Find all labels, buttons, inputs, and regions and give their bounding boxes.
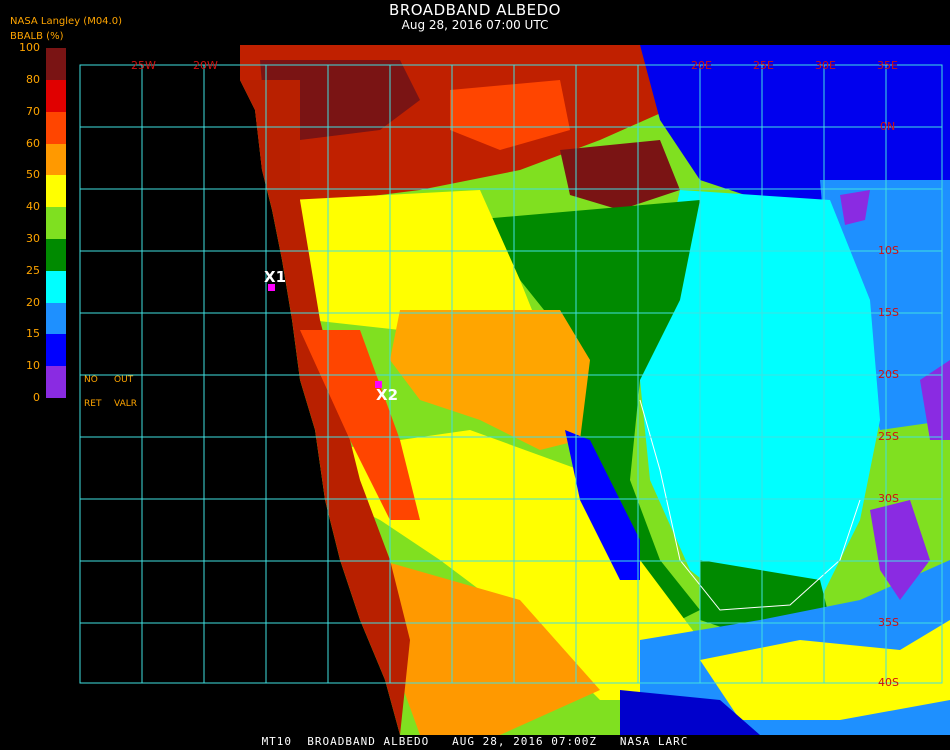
lat-label: 15S (878, 306, 899, 319)
lon-label: 20W (193, 59, 218, 72)
albedo-map (79, 45, 950, 735)
legend-note: NO (84, 375, 98, 385)
lat-label: 40S (878, 676, 899, 689)
albedo-imagery (240, 45, 950, 735)
lon-label: 30E (815, 59, 836, 72)
lon-label: 35E (877, 59, 898, 72)
lat-label: 25S (878, 430, 899, 443)
lat-label: 30S (878, 492, 899, 505)
lat-label: 10S (878, 244, 899, 257)
footer-caption: MT10 BROADBAND ALBEDO AUG 28, 2016 07:00… (261, 735, 689, 748)
lat-label: 0N (880, 120, 896, 133)
lon-label: 25E (753, 59, 774, 72)
legend-note: RET (84, 399, 102, 409)
lon-label: 20E (691, 59, 712, 72)
legend-note: VALR (114, 399, 138, 409)
marker-x1-dot (268, 284, 275, 291)
lat-label: 20S (878, 368, 899, 381)
marker-x2-label: X2 (376, 386, 399, 404)
lat-label: 35S (878, 616, 899, 629)
lon-label: 25W (131, 59, 156, 72)
legend-note: OUT (114, 375, 134, 385)
